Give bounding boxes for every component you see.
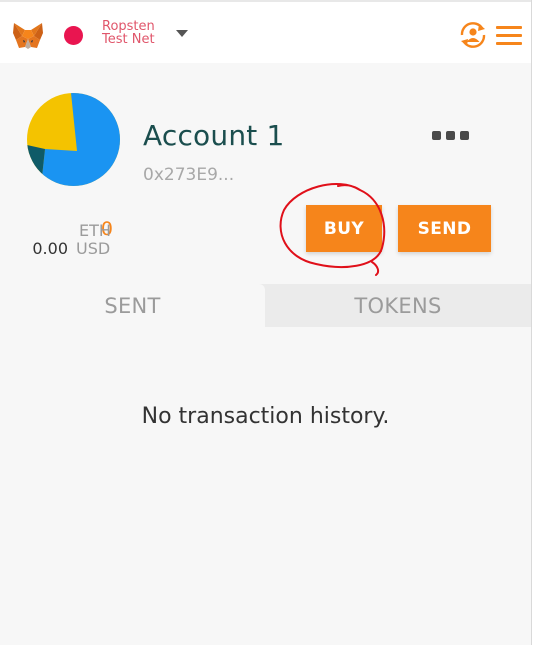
hamburger-menu-icon[interactable] bbox=[496, 26, 522, 46]
usd-unit: USD bbox=[76, 239, 111, 258]
account-address[interactable]: 0x273E9... bbox=[143, 165, 234, 185]
network-status-dot[interactable] bbox=[64, 26, 83, 45]
empty-history-message: No transaction history. bbox=[141, 404, 390, 429]
tab-tokens[interactable]: TOKENS bbox=[265, 284, 531, 327]
tab-sent[interactable]: SENT bbox=[0, 284, 265, 327]
network-caret-icon[interactable] bbox=[176, 30, 188, 37]
metamask-fox-icon[interactable] bbox=[12, 21, 44, 51]
right-divider bbox=[531, 0, 532, 645]
network-selector[interactable]: Ropsten Test Net bbox=[102, 20, 155, 46]
send-button[interactable]: SEND bbox=[398, 205, 491, 252]
top-bar: Ropsten Test Net bbox=[0, 2, 531, 63]
account-switch-icon[interactable] bbox=[458, 21, 488, 49]
eth-unit: ETH bbox=[79, 221, 111, 240]
more-options-icon[interactable] bbox=[432, 128, 470, 142]
usd-balance: 0.00 bbox=[32, 239, 68, 258]
account-name: Account 1 bbox=[143, 119, 285, 152]
network-name-line2: Test Net bbox=[102, 32, 155, 47]
tab-bar: SENT TOKENS bbox=[0, 284, 531, 327]
buy-button[interactable]: BUY bbox=[306, 205, 382, 252]
account-avatar[interactable] bbox=[27, 93, 120, 186]
